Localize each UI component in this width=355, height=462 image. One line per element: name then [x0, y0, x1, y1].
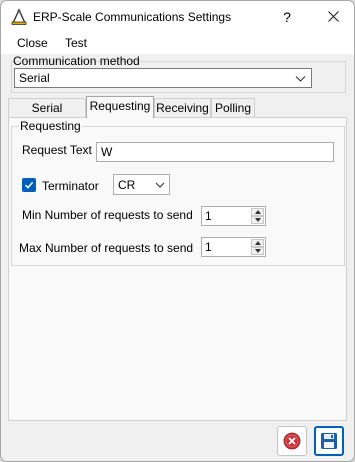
terminator-value: CR [118, 178, 136, 192]
max-increment-button[interactable] [251, 239, 264, 247]
menu-close[interactable]: Close [17, 36, 48, 50]
tab-receiving[interactable]: Receiving [154, 98, 211, 117]
menu-test[interactable]: Test [65, 36, 87, 50]
min-decrement-button[interactable] [251, 216, 264, 224]
tab-polling[interactable]: Polling [211, 98, 255, 117]
communication-method-value: Serial [19, 71, 50, 85]
communication-method-label: Communication method [13, 54, 140, 68]
close-window-button[interactable] [313, 1, 353, 32]
checkmark-icon [24, 181, 34, 189]
chevron-down-icon [155, 182, 165, 188]
caret-up-icon [254, 241, 261, 245]
tab-requesting[interactable]: Requesting [86, 96, 154, 118]
min-increment-button[interactable] [251, 208, 264, 216]
caret-up-icon [254, 210, 261, 214]
title-bar: ERP-Scale Communications Settings ? [1, 1, 354, 32]
caret-down-icon [254, 249, 261, 253]
terminator-label: Terminator [42, 179, 99, 193]
menu-bar: Close Test [1, 32, 354, 54]
request-text-label: Request Text [22, 143, 92, 157]
settings-window: ERP-Scale Communications Settings ? Clos… [0, 0, 355, 462]
max-decrement-button[interactable] [251, 247, 264, 255]
caret-down-icon [254, 218, 261, 222]
max-requests-stepper[interactable]: 1 [201, 237, 266, 257]
cancel-button[interactable] [277, 426, 307, 456]
scale-icon [11, 8, 27, 25]
close-icon [327, 11, 339, 22]
cancel-icon [283, 432, 301, 450]
communication-method-select[interactable]: Serial [14, 68, 312, 88]
min-requests-label: Min Number of requests to send [22, 208, 193, 222]
terminator-checkbox[interactable] [22, 178, 36, 192]
floppy-disk-icon [321, 433, 337, 449]
chevron-down-icon [295, 76, 306, 82]
terminator-select[interactable]: CR [113, 174, 170, 195]
request-text-value: W [101, 145, 113, 159]
tab-serial-settings[interactable]: Serial Settings [8, 98, 86, 129]
min-requests-value: 1 [205, 209, 212, 223]
save-button[interactable] [314, 426, 344, 456]
requesting-group-label: Requesting [19, 119, 82, 133]
help-button[interactable]: ? [269, 1, 305, 32]
window-title: ERP-Scale Communications Settings [33, 10, 232, 24]
max-requests-label: Max Number of requests to send [19, 241, 194, 255]
min-requests-stepper[interactable]: 1 [201, 206, 266, 226]
max-requests-value: 1 [205, 240, 212, 254]
request-text-input[interactable]: W [96, 142, 334, 162]
